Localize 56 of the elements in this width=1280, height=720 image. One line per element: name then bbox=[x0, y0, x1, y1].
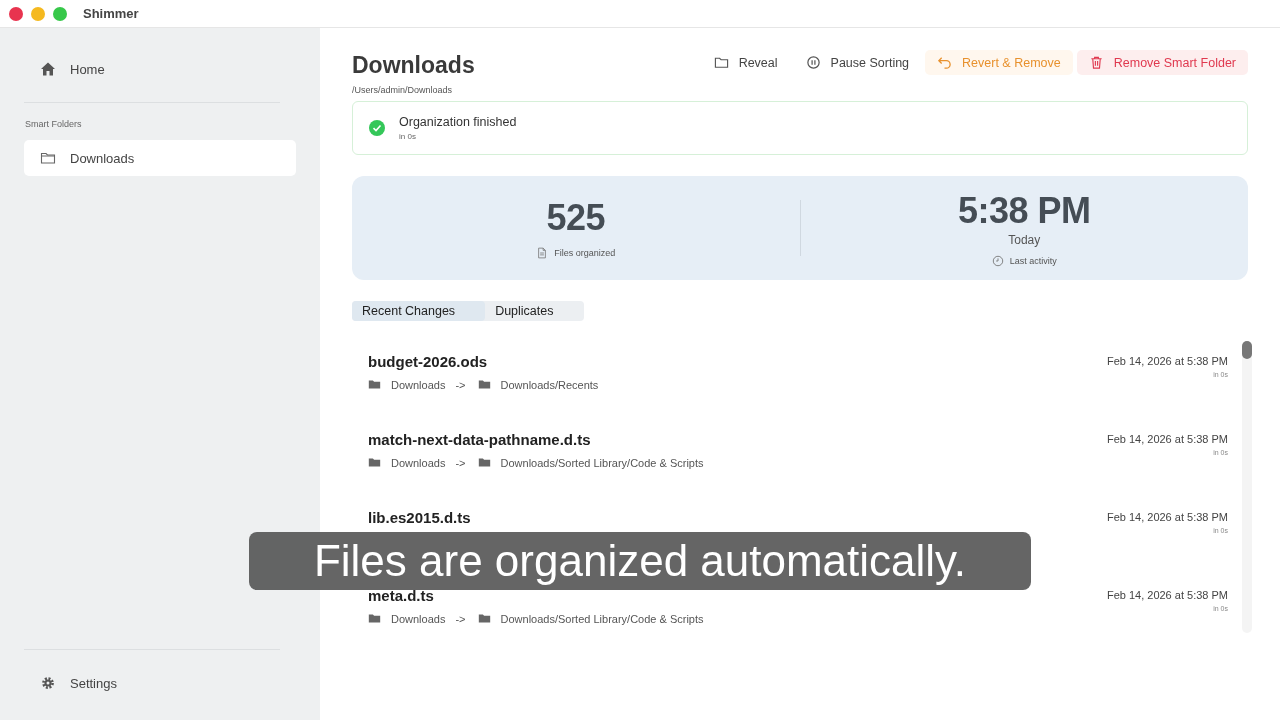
action-button[interactable]: Remove Smart Folder bbox=[1076, 50, 1248, 75]
folder-icon bbox=[368, 378, 381, 391]
source-folder: Downloads bbox=[391, 612, 446, 625]
folder-icon bbox=[713, 55, 729, 70]
destination-folder: Downloads/Sorted Library/Code & Scripts bbox=[500, 456, 704, 469]
stat-value: 525 bbox=[546, 197, 606, 239]
status-title: Organization finished bbox=[399, 115, 517, 129]
file-name: meta.d.ts bbox=[368, 587, 435, 604]
sidebar-item[interactable]: Downloads bbox=[24, 140, 296, 176]
tab[interactable]: Duplicates bbox=[485, 301, 584, 321]
timestamp: Feb 14, 2026 at 5:38 PM bbox=[1106, 589, 1228, 601]
status-detail: in 0s bbox=[399, 132, 417, 141]
arrow-text: -> bbox=[455, 456, 466, 469]
settings-icon bbox=[40, 675, 56, 691]
trash-icon bbox=[1088, 55, 1104, 70]
folder-icon bbox=[477, 612, 491, 625]
arrow-text: -> bbox=[455, 378, 466, 391]
folder-icon bbox=[368, 612, 381, 625]
close-button[interactable] bbox=[9, 6, 23, 21]
timestamp: Feb 14, 2026 at 5:38 PM bbox=[1106, 433, 1228, 445]
sidebar-item[interactable]: Home bbox=[24, 52, 296, 86]
file-name: lib.es2015.d.ts bbox=[368, 509, 471, 526]
zoom-button[interactable] bbox=[53, 6, 67, 21]
stat-sublabel: Today bbox=[1008, 232, 1041, 247]
check-icon bbox=[369, 120, 385, 136]
file-name: budget-2026.ods bbox=[368, 353, 489, 370]
stat-value: 5:38 PM bbox=[957, 189, 1091, 232]
subtitle-caption: Files are organized automatically. bbox=[249, 532, 1031, 590]
destination-folder: Downloads/Sorted Library/Code & Scripts bbox=[500, 612, 704, 625]
timestamp: Feb 14, 2026 at 5:38 PM bbox=[1106, 355, 1228, 367]
source-folder: Downloads bbox=[391, 378, 446, 391]
undo-icon bbox=[937, 55, 953, 70]
destination-folder: Downloads/Recents bbox=[500, 378, 599, 391]
action-button[interactable]: Reveal bbox=[701, 50, 790, 75]
folder-icon bbox=[477, 456, 491, 469]
file-name: match-next-data-pathname.d.ts bbox=[368, 431, 592, 448]
source-folder: Downloads bbox=[391, 456, 446, 469]
tab[interactable]: Recent Changes bbox=[352, 301, 486, 321]
folder-icon bbox=[368, 456, 381, 469]
folder-path: /Users/admin/Downloads bbox=[352, 85, 454, 95]
arrow-text: -> bbox=[455, 612, 466, 625]
timestamp: Feb 14, 2026 at 5:38 PM bbox=[1106, 511, 1228, 523]
stat-label: Files organized bbox=[554, 248, 616, 258]
folder-icon bbox=[477, 378, 491, 391]
home-icon bbox=[40, 61, 56, 77]
document-icon bbox=[536, 247, 549, 259]
scrollbar-thumb[interactable] bbox=[1242, 341, 1252, 359]
window-title: Shimmer bbox=[83, 6, 139, 21]
pause-icon bbox=[805, 55, 821, 70]
page-title: Downloads bbox=[352, 52, 475, 79]
section-title: Smart Folders bbox=[25, 119, 83, 129]
stat-label: Last activity bbox=[1009, 255, 1057, 266]
action-button[interactable]: Pause Sorting bbox=[793, 50, 922, 75]
folder-icon bbox=[40, 150, 56, 166]
settings-item[interactable]: Settings bbox=[24, 666, 296, 700]
clock-icon bbox=[991, 254, 1004, 267]
